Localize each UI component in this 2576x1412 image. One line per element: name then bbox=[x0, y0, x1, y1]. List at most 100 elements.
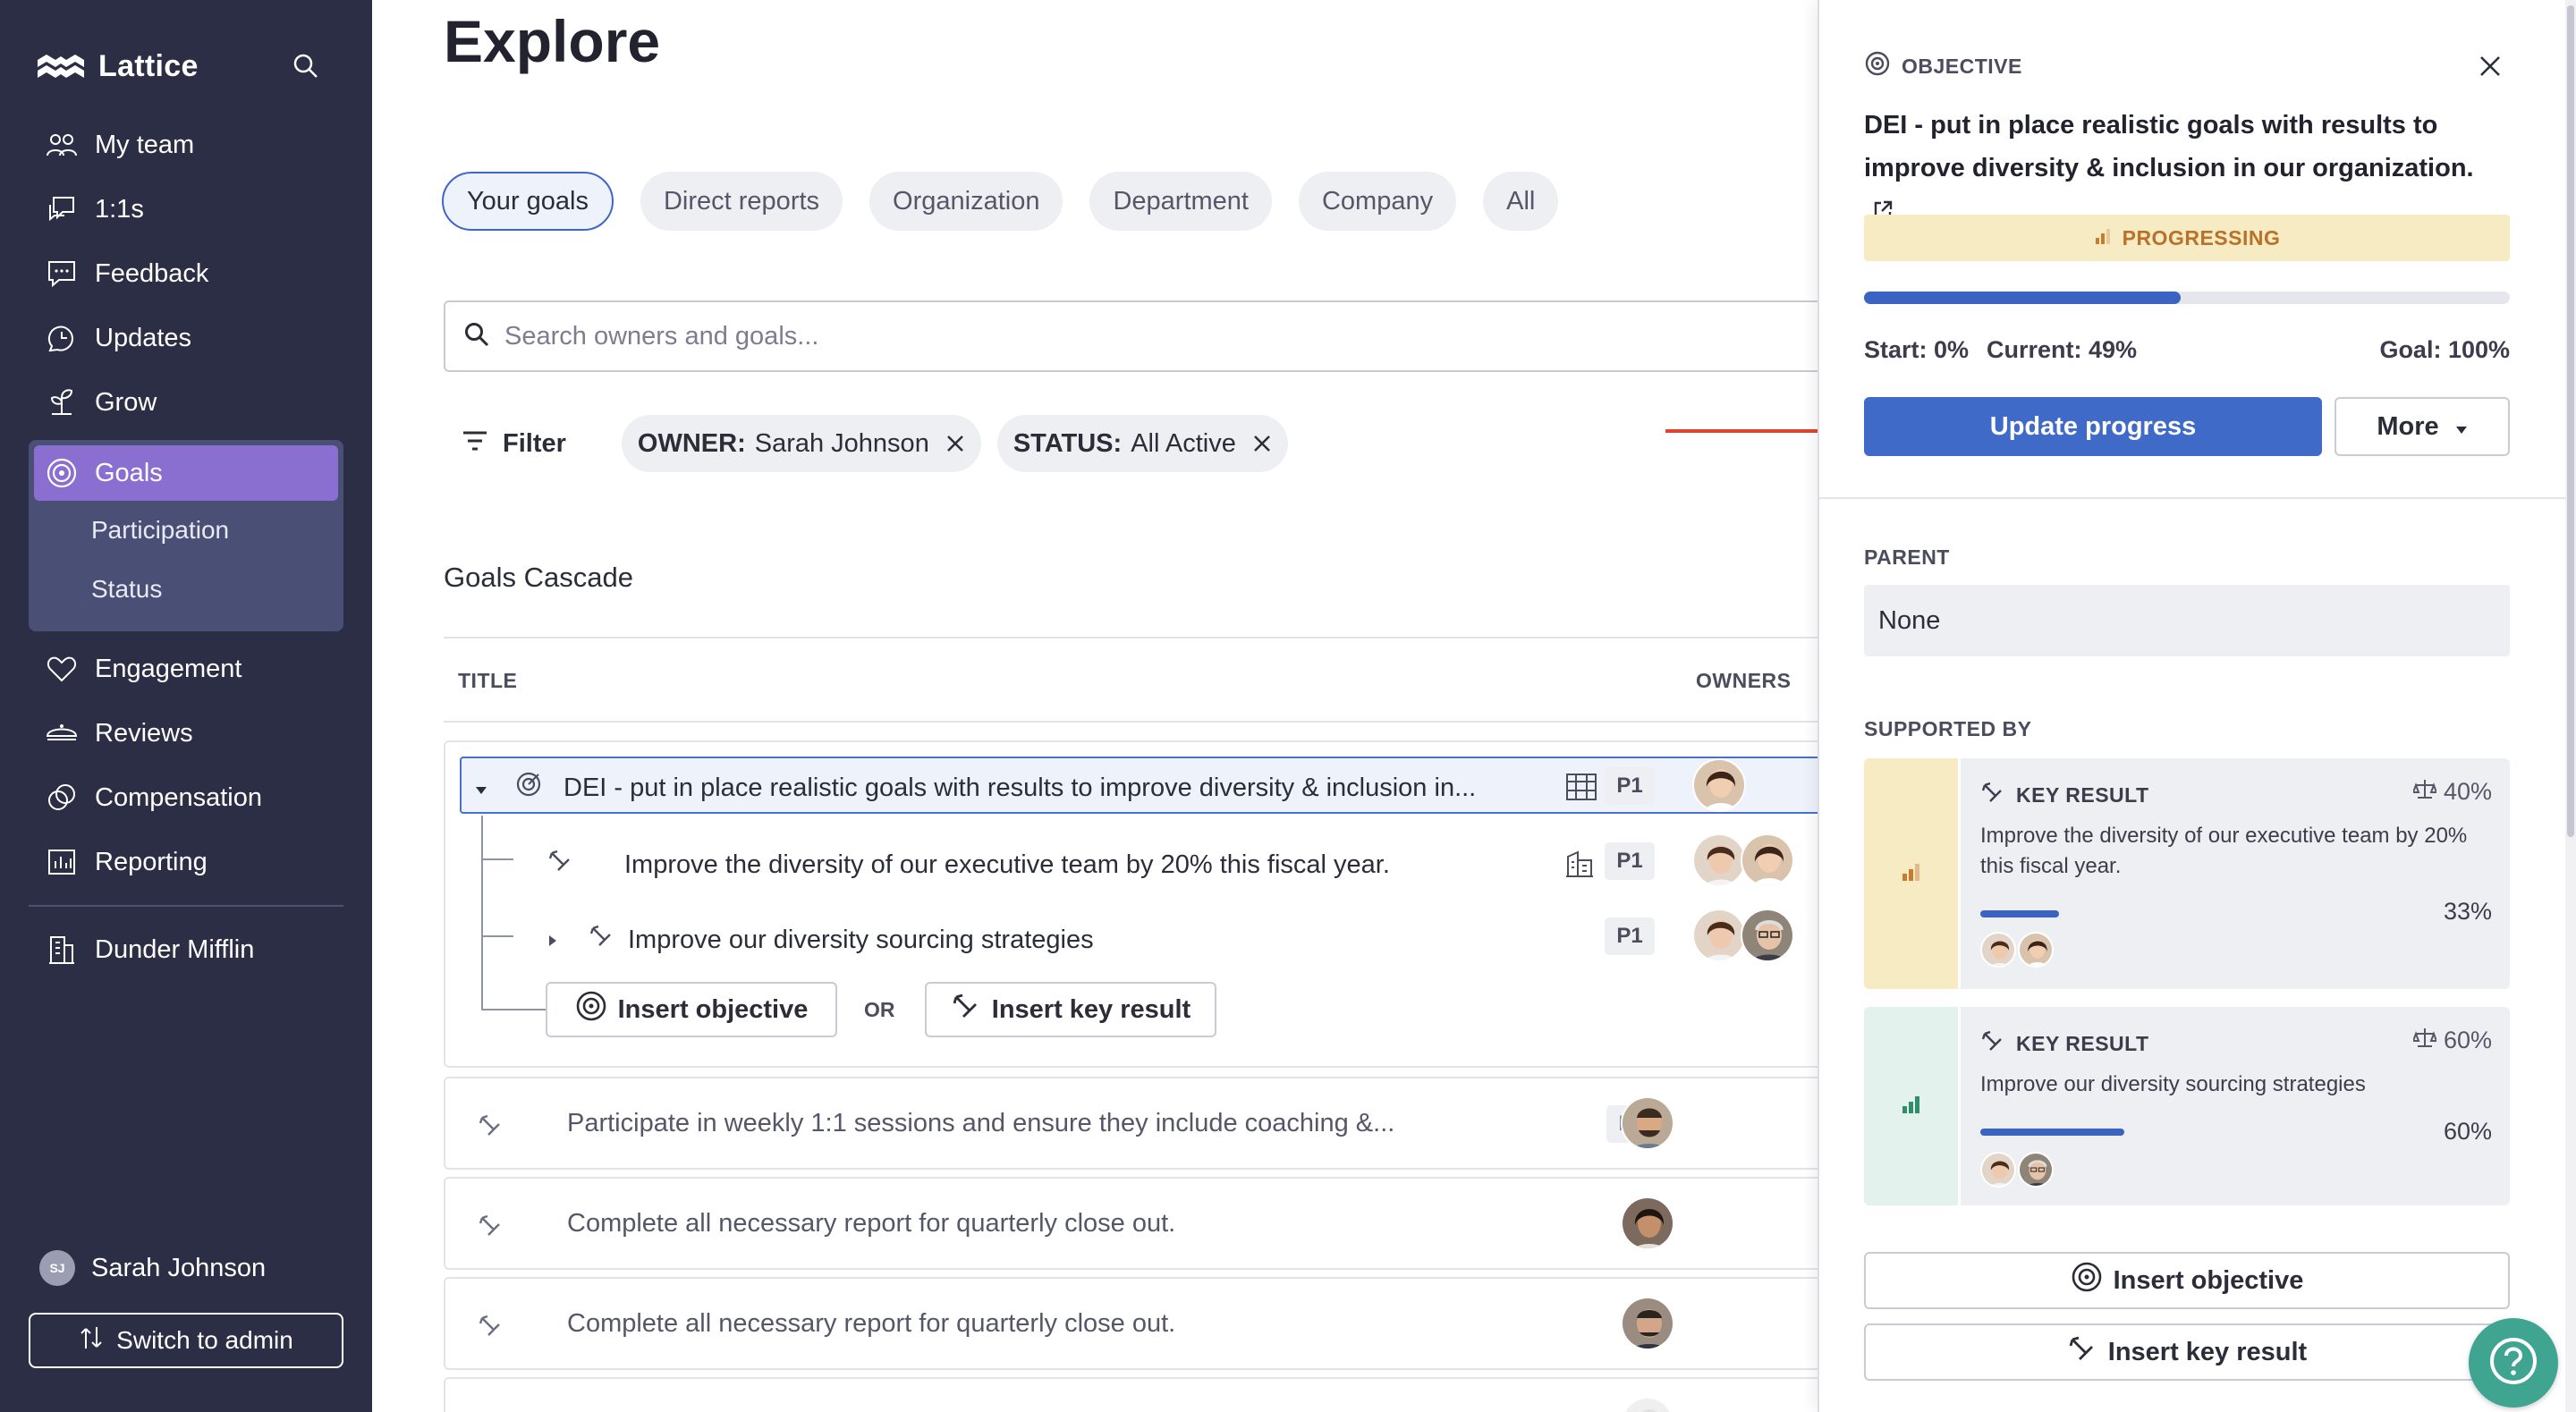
table-row[interactable]: DEI - put in place realistic goals with … bbox=[474, 771, 1476, 805]
scale-icon bbox=[2411, 778, 2438, 806]
update-progress-button[interactable]: Update progress bbox=[1864, 397, 2322, 456]
goal-title: Improve the diversity of our executive t… bbox=[624, 850, 1390, 879]
owner-avatar[interactable] bbox=[1692, 833, 1746, 887]
nav-label: Engagement bbox=[95, 654, 242, 683]
parent-label: PARENT bbox=[1864, 545, 1950, 569]
owner-avatar[interactable] bbox=[1980, 1152, 2016, 1188]
search-icon[interactable] bbox=[288, 48, 324, 84]
tab-direct-reports[interactable]: Direct reports bbox=[640, 172, 843, 231]
start-value: Start: 0% bbox=[1864, 336, 1970, 363]
goal-title: Improve our diversity sourcing strategie… bbox=[628, 925, 1094, 954]
filter-button[interactable]: Filter bbox=[462, 429, 566, 459]
tab-department[interactable]: Department bbox=[1089, 172, 1272, 231]
owner-avatar[interactable] bbox=[1741, 909, 1794, 962]
key-result-icon bbox=[478, 1313, 504, 1344]
supported-by-label: SUPPORTED BY bbox=[1864, 717, 2032, 740]
compensation-icon bbox=[45, 781, 79, 815]
table-row[interactable]: Participate in weekly 1:1 sessions and e… bbox=[444, 1077, 1818, 1170]
search-input[interactable] bbox=[504, 321, 1399, 351]
insert-objective-label: Insert objective bbox=[617, 994, 809, 1024]
reviews-icon bbox=[45, 716, 79, 750]
table-row[interactable]: Complete all necessary report for quarte… bbox=[444, 1177, 1818, 1270]
weight-value: 60% bbox=[2443, 1027, 2492, 1053]
key-result-card[interactable]: KEY RESULT 40% Improve the diversity of … bbox=[1864, 758, 2510, 989]
remove-filter-icon[interactable] bbox=[1252, 434, 1272, 453]
filter-icon bbox=[462, 429, 488, 459]
table-row[interactable]: Improve our diversity sourcing strategie… bbox=[547, 923, 1094, 957]
owner-avatar[interactable] bbox=[1621, 1397, 1674, 1412]
nav-label: Grow bbox=[95, 387, 157, 417]
owner-avatar[interactable] bbox=[1621, 1096, 1674, 1150]
priority-badge: P1 bbox=[1605, 842, 1655, 880]
objective-icon bbox=[575, 990, 607, 1029]
brand[interactable]: Lattice bbox=[36, 45, 199, 88]
expand-caret-icon[interactable] bbox=[547, 926, 558, 955]
panel-kicker-label: OBJECTIVE bbox=[1902, 54, 2022, 78]
panel-insert-key-result-button[interactable]: Insert key result bbox=[1864, 1323, 2510, 1381]
tab-all[interactable]: All bbox=[1483, 172, 1559, 231]
tab-company[interactable]: Company bbox=[1298, 172, 1457, 231]
goal-title: Complete all necessary report for quarte… bbox=[567, 1309, 1176, 1338]
chat-bubbles-icon bbox=[45, 192, 79, 226]
nav-subitem-participation[interactable]: Participation bbox=[34, 501, 338, 560]
key-result-card[interactable]: KEY RESULT 60% Improve our diversity sou… bbox=[1864, 1007, 2510, 1205]
scrollbar-thumb[interactable] bbox=[2567, 5, 2574, 837]
switch-icon bbox=[79, 1325, 104, 1357]
switch-to-admin-button[interactable]: Switch to admin bbox=[29, 1313, 343, 1368]
nav-item-reporting[interactable]: Reporting bbox=[29, 830, 343, 894]
table-row[interactable]: Improve the diversity of our executive t… bbox=[547, 848, 1390, 882]
page-title: Explore bbox=[444, 8, 661, 74]
remove-filter-icon[interactable] bbox=[945, 434, 965, 453]
scale-icon bbox=[2411, 1027, 2438, 1054]
table-row[interactable] bbox=[444, 1377, 1818, 1412]
tree-connector bbox=[481, 935, 513, 937]
section-title: Goals Cascade bbox=[444, 562, 633, 593]
nav-label: My team bbox=[95, 130, 195, 159]
progress-bar bbox=[1864, 292, 2510, 304]
owner-avatar[interactable] bbox=[2018, 1152, 2054, 1188]
grow-icon bbox=[45, 385, 79, 419]
owner-avatar[interactable] bbox=[1621, 1297, 1674, 1350]
nav-item-company[interactable]: Dunder Mifflin bbox=[29, 917, 343, 982]
nav-item-goals[interactable]: Goals bbox=[34, 445, 338, 501]
help-button[interactable] bbox=[2469, 1318, 2558, 1408]
owner-avatar[interactable] bbox=[1621, 1196, 1674, 1250]
tab-your-goals[interactable]: Your goals bbox=[442, 172, 614, 231]
insert-key-result-button[interactable]: Insert key result bbox=[925, 982, 1216, 1037]
insert-key-result-label: Insert key result bbox=[991, 994, 1191, 1024]
sidebar: Lattice My team 1:1s Feedback Updates Gr… bbox=[0, 0, 372, 1412]
bar-chart-icon bbox=[2094, 226, 2112, 250]
owner-avatar[interactable] bbox=[1741, 833, 1794, 887]
owner-avatar[interactable] bbox=[1692, 909, 1746, 962]
key-result-icon bbox=[478, 1112, 504, 1144]
weight: 60% bbox=[2411, 1027, 2492, 1054]
insert-objective-label: Insert objective bbox=[2113, 1265, 2304, 1295]
table-row[interactable]: Complete all necessary report for quarte… bbox=[444, 1277, 1818, 1370]
nav-item-my-team[interactable]: My team bbox=[29, 113, 343, 177]
nav-item-1-1s[interactable]: 1:1s bbox=[29, 177, 343, 241]
search-icon bbox=[463, 321, 490, 352]
nav-item-feedback[interactable]: Feedback bbox=[29, 241, 343, 306]
nav-item-grow[interactable]: Grow bbox=[29, 370, 343, 435]
nav-subitem-status[interactable]: Status bbox=[34, 560, 338, 619]
owner-avatar[interactable] bbox=[2018, 932, 2054, 968]
panel-insert-objective-button[interactable]: Insert objective bbox=[1864, 1252, 2510, 1309]
more-button[interactable]: More bbox=[2334, 397, 2510, 456]
tab-organization[interactable]: Organization bbox=[869, 172, 1063, 231]
target-icon bbox=[45, 456, 79, 490]
close-icon[interactable] bbox=[2470, 47, 2510, 86]
objective-title: DEI - put in place realistic goals with … bbox=[1864, 111, 2474, 182]
nav-item-updates[interactable]: Updates bbox=[29, 306, 343, 370]
owner-avatar[interactable] bbox=[1980, 932, 2016, 968]
progress-stats: Start: 0% Current: 49% Goal: 100% bbox=[1864, 336, 2510, 364]
collapse-caret-icon[interactable] bbox=[474, 774, 488, 803]
owner-avatar[interactable] bbox=[1692, 758, 1746, 812]
user-profile[interactable]: SJ Sarah Johnson bbox=[39, 1250, 266, 1286]
bar-chart-icon bbox=[1901, 862, 1922, 886]
or-label: OR bbox=[864, 998, 895, 1021]
nav-item-compensation[interactable]: Compensation bbox=[29, 765, 343, 830]
insert-objective-button[interactable]: Insert objective bbox=[546, 982, 837, 1037]
company-building-icon bbox=[1565, 773, 1597, 806]
nav-item-engagement[interactable]: Engagement bbox=[29, 637, 343, 701]
nav-item-reviews[interactable]: Reviews bbox=[29, 701, 343, 765]
